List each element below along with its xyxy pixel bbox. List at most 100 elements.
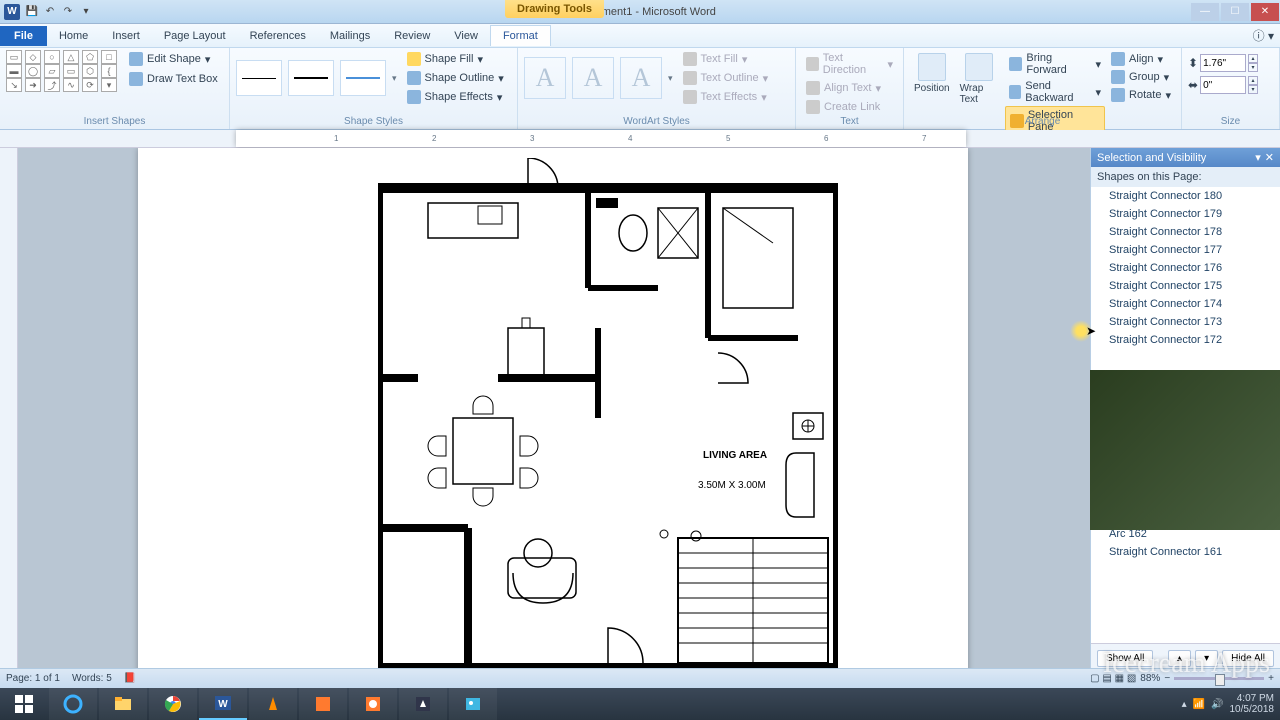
align-text-button[interactable]: Align Text ▾ <box>802 79 897 97</box>
taskbar-app-orange2[interactable] <box>349 688 397 720</box>
taskbar-app-dark[interactable] <box>399 688 447 720</box>
outline-icon <box>407 71 421 85</box>
height-spinner[interactable]: ▴▾ <box>1248 54 1258 72</box>
hide-all-button[interactable]: Hide All <box>1222 650 1274 667</box>
start-button[interactable] <box>0 688 48 720</box>
show-all-button[interactable]: Show All <box>1097 650 1153 667</box>
close-button[interactable]: ✕ <box>1251 3 1279 21</box>
maximize-button[interactable]: ☐ <box>1221 3 1249 21</box>
horizontal-ruler[interactable]: 1 2 3 4 5 6 7 <box>0 130 1280 148</box>
tray-wifi-icon[interactable]: 📶 <box>1193 699 1205 710</box>
wordart-more-icon[interactable]: ▾ <box>668 73 673 84</box>
taskbar-chrome[interactable] <box>149 688 197 720</box>
shape-outline-button[interactable]: Shape Outline ▾ <box>403 69 508 87</box>
zoom-level[interactable]: 88% <box>1140 673 1160 684</box>
text-outline-icon <box>683 71 697 85</box>
group-icon <box>1111 70 1125 84</box>
zoom-out-button[interactable]: − <box>1164 673 1170 684</box>
list-item[interactable]: Straight Connector 173 <box>1091 313 1280 331</box>
zoom-slider[interactable] <box>1174 677 1264 680</box>
wordart-swatch-3[interactable]: A <box>620 57 662 99</box>
page[interactable]: LIVING AREA 3.50M X 3.00M <box>138 148 968 688</box>
list-item[interactable]: Straight Connector 161 <box>1091 543 1280 561</box>
tray-up-icon[interactable]: ▴ <box>1182 699 1187 710</box>
bring-forward-button[interactable]: Bring Forward ▾ <box>1005 50 1105 78</box>
list-item[interactable]: Straight Connector 172 <box>1091 331 1280 349</box>
group-button[interactable]: Group ▾ <box>1107 68 1175 86</box>
tab-references[interactable]: References <box>238 26 318 46</box>
text-direction-button[interactable]: Text Direction ▾ <box>802 50 897 78</box>
file-tab[interactable]: File <box>0 26 47 46</box>
tab-view[interactable]: View <box>442 26 490 46</box>
shape-width-input[interactable] <box>1200 76 1246 94</box>
send-backward-button[interactable]: Send Backward ▾ <box>1005 78 1105 106</box>
list-item[interactable]: Straight Connector 178 <box>1091 223 1280 241</box>
tab-insert[interactable]: Insert <box>100 26 152 46</box>
pane-close-icon[interactable]: ✕ <box>1265 151 1274 164</box>
wordart-swatch-2[interactable]: A <box>572 57 614 99</box>
taskbar-word[interactable]: W <box>199 688 247 720</box>
style-swatch-3[interactable] <box>340 60 386 96</box>
taskbar-ie[interactable] <box>49 688 97 720</box>
redo-icon[interactable]: ↷ <box>60 4 76 20</box>
zoom-in-button[interactable]: + <box>1268 673 1274 684</box>
direction-icon <box>806 57 819 71</box>
tab-mailings[interactable]: Mailings <box>318 26 382 46</box>
help-icon[interactable]: ⓘ ▾ <box>1253 27 1274 44</box>
minimize-button[interactable]: — <box>1191 3 1219 21</box>
style-swatch-2[interactable] <box>288 60 334 96</box>
document-area[interactable]: LIVING AREA 3.50M X 3.00M <box>18 148 1090 688</box>
vertical-ruler[interactable] <box>0 148 18 688</box>
undo-icon[interactable]: ↶ <box>42 4 58 20</box>
draw-text-box-button[interactable]: Draw Text Box <box>125 70 222 88</box>
styles-more-icon[interactable]: ▾ <box>392 73 397 84</box>
language-icon[interactable]: 📕 <box>124 673 136 684</box>
group-label: Shape Styles <box>230 116 517 127</box>
shape-fill-button[interactable]: Shape Fill ▾ <box>403 50 508 68</box>
tray-volume-icon[interactable]: 🔊 <box>1211 699 1223 710</box>
reorder-down-button[interactable]: ▾ <box>1195 650 1218 667</box>
pane-dropdown-icon[interactable]: ▾ <box>1255 151 1261 164</box>
list-item[interactable]: Straight Connector 180 <box>1091 187 1280 205</box>
system-tray[interactable]: ▴ 📶 🔊 4:07 PM 10/5/2018 <box>1182 693 1280 715</box>
tab-page-layout[interactable]: Page Layout <box>152 26 238 46</box>
tab-home[interactable]: Home <box>47 26 100 46</box>
rotate-button[interactable]: Rotate ▾ <box>1107 86 1175 104</box>
wrap-icon <box>965 53 993 81</box>
ribbon: ▭◇○△⬠□ ▬◯▱▭⬡{ ↘➜⤴∿⟳▾ Edit Shape ▾ Draw T… <box>0 48 1280 130</box>
taskbar-vlc[interactable] <box>249 688 297 720</box>
qat-more-icon[interactable]: ▾ <box>78 4 94 20</box>
list-item[interactable]: Straight Connector 175 <box>1091 277 1280 295</box>
floor-plan-drawing[interactable]: LIVING AREA 3.50M X 3.00M <box>378 158 838 678</box>
list-item[interactable]: Straight Connector 179 <box>1091 205 1280 223</box>
taskbar-app-orange1[interactable] <box>299 688 347 720</box>
selection-pane-subtitle: Shapes on this Page: <box>1091 167 1280 187</box>
taskbar-photos[interactable] <box>449 688 497 720</box>
list-item[interactable]: Straight Connector 177 <box>1091 241 1280 259</box>
list-item[interactable]: Straight Connector 174 <box>1091 295 1280 313</box>
text-fill-button[interactable]: Text Fill ▾ <box>679 50 773 68</box>
save-icon[interactable]: 💾 <box>24 4 40 20</box>
shapes-gallery[interactable]: ▭◇○△⬠□ ▬◯▱▭⬡{ ↘➜⤴∿⟳▾ <box>6 50 117 92</box>
word-count[interactable]: Words: 5 <box>72 673 112 684</box>
wordart-swatch-1[interactable]: A <box>524 57 566 99</box>
shape-effects-button[interactable]: Shape Effects ▾ <box>403 88 508 106</box>
view-buttons[interactable]: ▢ ▤ ▦ ▧ <box>1090 673 1136 684</box>
shape-height-input[interactable] <box>1200 54 1246 72</box>
edit-shape-button[interactable]: Edit Shape ▾ <box>125 50 222 68</box>
rotate-icon <box>1111 88 1125 102</box>
selection-pane-title: Selection and Visibility ▾✕ <box>1091 148 1280 167</box>
width-spinner[interactable]: ▴▾ <box>1248 76 1258 94</box>
create-link-button[interactable]: Create Link <box>802 98 897 116</box>
page-indicator[interactable]: Page: 1 of 1 <box>6 673 60 684</box>
style-swatch-1[interactable] <box>236 60 282 96</box>
align-button[interactable]: Align ▾ <box>1107 50 1175 68</box>
group-shape-styles: ▾ Shape Fill ▾ Shape Outline ▾ Shape Eff… <box>230 48 518 129</box>
list-item[interactable]: Straight Connector 176 <box>1091 259 1280 277</box>
text-outline-button[interactable]: Text Outline ▾ <box>679 69 773 87</box>
tab-review[interactable]: Review <box>382 26 442 46</box>
taskbar-explorer[interactable] <box>99 688 147 720</box>
text-effects-button[interactable]: Text Effects ▾ <box>679 88 773 106</box>
tab-format[interactable]: Format <box>490 25 551 46</box>
reorder-up-button[interactable]: ▴ <box>1168 650 1191 667</box>
